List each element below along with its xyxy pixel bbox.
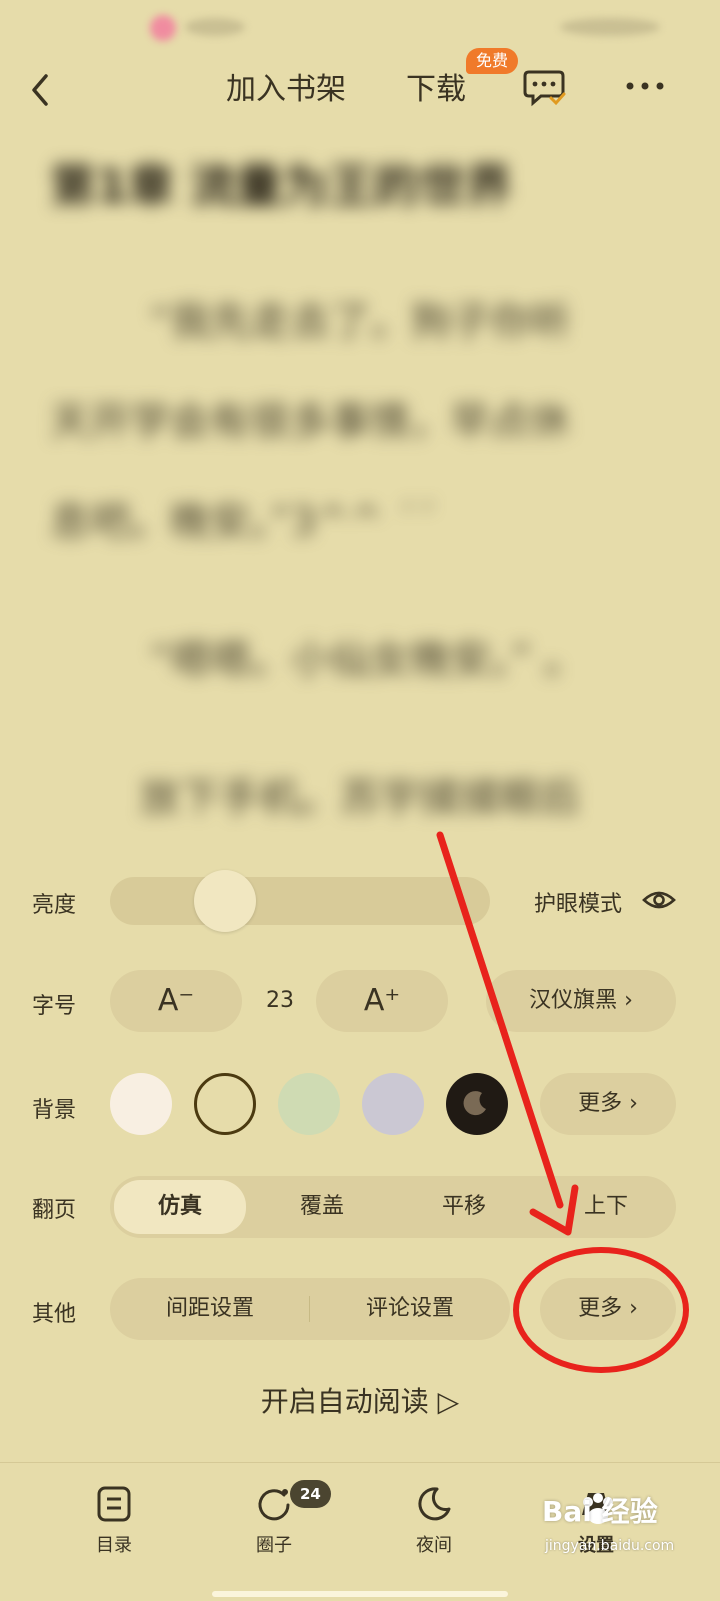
toc-icon bbox=[97, 1486, 131, 1522]
nav-night-label: 夜间 bbox=[416, 1535, 452, 1556]
watermark-brand: Bai 经验 bbox=[542, 1495, 658, 1528]
nav-toc-label: 目录 bbox=[96, 1535, 132, 1556]
circle-badge: 24 bbox=[290, 1480, 331, 1508]
annotation-circle bbox=[513, 1247, 689, 1373]
annotation-overlay bbox=[436, 831, 689, 1373]
nav-night[interactable]: 夜间 bbox=[374, 1485, 494, 1557]
home-indicator[interactable] bbox=[212, 1591, 508, 1597]
night-moon-icon bbox=[418, 1487, 451, 1521]
watermark-url: jingyan.baidu.com bbox=[545, 1538, 675, 1554]
nav-toc[interactable]: 目录 bbox=[54, 1485, 174, 1557]
circle-icon bbox=[258, 1489, 290, 1521]
nav-circle-label: 圈子 bbox=[256, 1535, 292, 1556]
annotation-arrow-line bbox=[436, 831, 564, 1209]
